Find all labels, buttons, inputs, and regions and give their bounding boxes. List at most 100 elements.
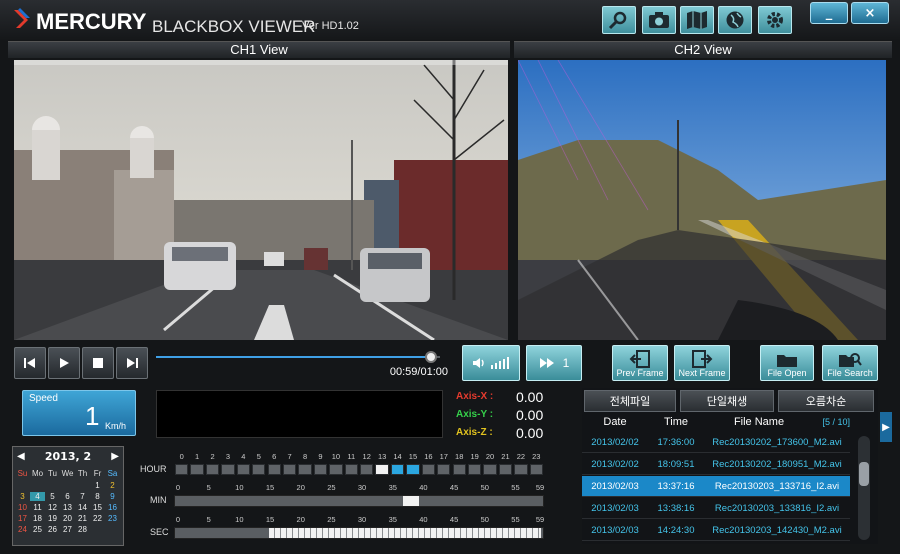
calendar-day[interactable]: 11: [30, 503, 45, 512]
next-month-icon[interactable]: ▶: [111, 451, 119, 462]
file-date: 2013/02/03: [591, 480, 639, 492]
prev-frame-button[interactable]: Prev Frame: [612, 345, 668, 381]
hour-cell[interactable]: [267, 464, 281, 475]
volume-button[interactable]: [462, 345, 520, 381]
sec-bar[interactable]: [174, 527, 544, 539]
map-button[interactable]: [680, 6, 714, 34]
ch1-header: CH1 View: [8, 41, 510, 58]
snapshot-button[interactable]: [642, 6, 676, 34]
next-button[interactable]: [116, 347, 148, 379]
calendar-day[interactable]: 17: [15, 514, 30, 523]
hour-cell[interactable]: [437, 464, 451, 475]
hour-cell[interactable]: [452, 464, 466, 475]
hour-cell[interactable]: [514, 464, 528, 475]
calendar-day[interactable]: 1: [90, 481, 105, 490]
file-row[interactable]: 2013/02/03 13:38:16 Rec20130203_133816_I2.…: [582, 498, 850, 519]
minimize-button[interactable]: _: [810, 2, 848, 24]
play-button[interactable]: [48, 347, 80, 379]
hour-cell[interactable]: [344, 464, 358, 475]
panel-expand-icon[interactable]: ▶: [880, 412, 892, 442]
file-scroll-thumb[interactable]: [859, 462, 869, 486]
calendar-day[interactable]: 20: [60, 514, 75, 523]
axis-y-value: 0.00: [516, 407, 544, 423]
hour-cell[interactable]: [498, 464, 513, 475]
prev-month-icon[interactable]: ◀: [17, 451, 25, 462]
hour-cell[interactable]: [375, 464, 389, 475]
prev-frame-icon: [629, 350, 650, 368]
settings-button[interactable]: [758, 6, 792, 34]
hour-bar[interactable]: [174, 464, 544, 476]
hour-cell[interactable]: [467, 464, 482, 475]
calendar-day[interactable]: 28: [75, 525, 90, 534]
calendar-day[interactable]: 25: [30, 525, 45, 534]
file-row[interactable]: 2013/02/03 14:24:30 Rec20130203_142430_M2.…: [582, 520, 850, 541]
calendar-day[interactable]: 9: [105, 492, 120, 501]
file-open-button[interactable]: File Open: [760, 345, 814, 381]
calendar-day[interactable]: 18: [30, 514, 45, 523]
seek-handle[interactable]: [425, 351, 438, 363]
calendar-day[interactable]: 14: [75, 503, 90, 512]
hour-cell[interactable]: [529, 464, 543, 475]
calendar-day[interactable]: 21: [75, 514, 90, 523]
file-row[interactable]: 2013/02/02 18:09:51 Rec20130202_180951_M2.…: [582, 454, 850, 475]
calendar-day[interactable]: 27: [60, 525, 75, 534]
stop-button[interactable]: [82, 347, 114, 379]
hour-cell[interactable]: [421, 464, 436, 475]
calendar-day[interactable]: 19: [45, 514, 60, 523]
hour-tick: 14: [393, 452, 402, 461]
tab-all-files[interactable]: 전체파일: [584, 390, 676, 412]
tab-single-play[interactable]: 단일채생: [680, 390, 774, 412]
weekday-su: Su: [17, 469, 28, 478]
close-button[interactable]: ×: [851, 2, 889, 24]
calendar-day[interactable]: 26: [45, 525, 60, 534]
hour-cell[interactable]: [390, 464, 405, 475]
calendar-day[interactable]: 3: [15, 492, 30, 501]
search-button[interactable]: [602, 6, 636, 34]
hour-cell[interactable]: [252, 464, 266, 475]
hour-cell[interactable]: [298, 464, 312, 475]
tab-sort-ascending[interactable]: 오름차순: [778, 390, 874, 412]
calendar-day[interactable]: 22: [90, 514, 105, 523]
file-list-header: Date Time File Name [5 / 10]: [582, 414, 850, 430]
sec-tick: 0: [175, 515, 181, 524]
calendar-day[interactable]: 12: [45, 503, 60, 512]
hour-cell[interactable]: [360, 464, 374, 475]
calendar-day[interactable]: 8: [90, 492, 105, 501]
hour-cell[interactable]: [221, 464, 235, 475]
calendar-day[interactable]: 5: [45, 492, 60, 501]
hour-cell[interactable]: [282, 464, 297, 475]
hour-tick: 23: [532, 452, 541, 461]
globe-button[interactable]: [718, 6, 752, 34]
calendar-day[interactable]: 24: [15, 525, 30, 534]
hour-cell[interactable]: [483, 464, 497, 475]
prev-button[interactable]: [14, 347, 46, 379]
calendar-day[interactable]: 10: [15, 503, 30, 512]
calendar-day[interactable]: 2: [105, 481, 120, 490]
calendar-day[interactable]: 13: [60, 503, 75, 512]
speed-button[interactable]: 1: [526, 345, 582, 381]
file-search-button[interactable]: File Search: [822, 345, 878, 381]
hour-cell[interactable]: [205, 464, 220, 475]
hour-cell[interactable]: [406, 464, 420, 475]
file-scrollbar[interactable]: [858, 436, 870, 540]
calendar-day[interactable]: 7: [75, 492, 90, 501]
file-row[interactable]: 2013/02/02 17:36:00 Rec20130202_173600_M2.…: [582, 432, 850, 453]
calendar-day[interactable]: 4: [30, 492, 45, 501]
calendar-day[interactable]: 23: [105, 514, 120, 523]
min-bar[interactable]: [174, 495, 544, 507]
hour-cell[interactable]: [190, 464, 204, 475]
app-subtitle: BLACKBOX VIEWER: [152, 17, 316, 36]
ch1-video[interactable]: [14, 60, 508, 340]
next-frame-button[interactable]: Next Frame: [674, 345, 730, 381]
ch2-video[interactable]: [518, 60, 886, 340]
calendar-day[interactable]: 6: [60, 492, 75, 501]
calendar-day[interactable]: 16: [105, 503, 120, 512]
hour-cell[interactable]: [175, 464, 189, 475]
file-name: Rec20130202_180951_M2.avi: [712, 458, 842, 470]
sec-tick: 15: [265, 515, 275, 524]
hour-cell[interactable]: [313, 464, 328, 475]
calendar-day[interactable]: 15: [90, 503, 105, 512]
file-row[interactable]: 2013/02/03 13:37:16 Rec20130203_133716_I2.…: [582, 476, 850, 497]
hour-cell[interactable]: [236, 464, 251, 475]
hour-cell[interactable]: [329, 464, 343, 475]
